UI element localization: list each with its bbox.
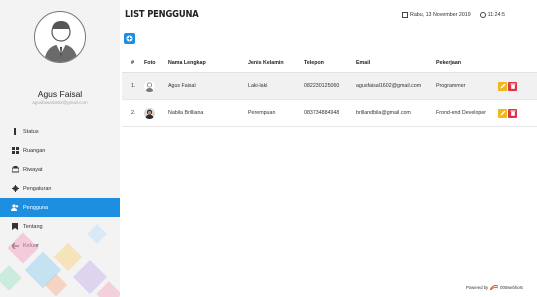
sidebar-item-tentang[interactable]: Tentang [0, 217, 120, 236]
gear-icon [11, 185, 19, 193]
pencil-icon [500, 110, 505, 116]
user-photo [144, 80, 155, 92]
page-title: LIST PENGGUNA [125, 9, 199, 20]
sidebar-item-label: Status [23, 128, 39, 135]
user-photo [144, 107, 155, 119]
calendar-icon [402, 12, 408, 18]
column-header: Jenis Kelamin [248, 60, 284, 66]
photo-cell [134, 107, 156, 119]
column-header: Email [356, 60, 371, 66]
table-row: 1. Agus Faisal Laki-laki 082230125060 ag… [122, 73, 537, 100]
pencil-icon [500, 83, 505, 89]
add-user-button[interactable] [124, 33, 135, 44]
sidebar-menu: Status Ruangan Riwayat Pengaturan Penggu… [0, 122, 120, 255]
logout-icon [11, 242, 19, 250]
trash-icon [510, 110, 515, 116]
edit-button[interactable] [498, 108, 507, 118]
sidebar: Agus Faisal agusfaisal1602@gmail.com Sta… [0, 0, 120, 297]
users-icon [11, 204, 19, 212]
profile-email: agusfaisal1602@gmail.com [32, 100, 88, 105]
plus-circle-icon [126, 35, 133, 42]
delete-button[interactable] [508, 81, 517, 91]
profile-name: Agus Faisal [37, 89, 83, 99]
trash-icon [510, 83, 515, 89]
profile-avatar [34, 11, 86, 63]
sidebar-item-label: Pengaturan [23, 185, 52, 192]
grid-icon [11, 147, 19, 155]
current-time: 11:24:5 [487, 12, 505, 18]
cell-email: agusfaisal1602@gmail.com [356, 83, 422, 89]
cell-telepon: 082230125060 [304, 83, 340, 89]
delete-button[interactable] [508, 108, 517, 118]
cell-pekerjaan: Programmer [436, 83, 466, 89]
column-header: Nama Lengkap [168, 60, 206, 66]
clock-icon [479, 12, 486, 18]
cell-jenis-kelamin: Laki-laki [248, 83, 268, 89]
sidebar-item-keluar[interactable]: Keluar [0, 236, 120, 255]
status-icon [11, 128, 19, 136]
table-header: # Foto Nama Lengkap Jenis Kelamin Telepo… [122, 54, 537, 73]
sidebar-item-label: Pengguna [23, 204, 49, 211]
column-header: Telepon [304, 60, 324, 66]
cell-pekerjaan: Frond-end Developer [436, 109, 487, 116]
photo-cell [134, 80, 156, 92]
sidebar-item-ruangan[interactable]: Ruangan [0, 141, 120, 160]
sidebar-item-status[interactable]: Status [0, 122, 120, 141]
sidebar-item-pengaturan[interactable]: Pengaturan [0, 179, 120, 198]
row-number: 2. [131, 110, 136, 116]
sidebar-item-label: Riwayat [23, 166, 43, 173]
column-header: # [131, 60, 134, 66]
sidebar-item-pengguna[interactable]: Pengguna [0, 198, 120, 217]
cell-telepon: 083734884948 [304, 110, 340, 116]
sidebar-item-label: Ruangan [23, 147, 46, 154]
column-header: Pekerjaan [436, 60, 462, 66]
row-number: 1. [131, 83, 136, 89]
sidebar-item-riwayat[interactable]: Riwayat [0, 160, 120, 179]
cell-nama: Nabila Brilliana [168, 110, 204, 116]
webhost-logo-icon [490, 285, 499, 290]
footer-brand: 000webhost [500, 285, 523, 290]
users-table: # Foto Nama Lengkap Jenis Kelamin Telepo… [122, 54, 537, 127]
table-row: 2. Nabila Brilliana Perempuan 0837348849… [122, 100, 537, 127]
row-actions [494, 81, 524, 91]
sidebar-item-label: Tentang [23, 223, 43, 230]
cell-email: brillandbila@gmail.com [356, 110, 411, 116]
current-date: Rabu, 13 November 2019 [410, 12, 471, 18]
bookmark-icon [11, 223, 19, 231]
column-header: Foto [144, 60, 156, 66]
footer-prefix: Powered by [466, 285, 489, 290]
datetime: Rabu, 13 November 2019 11:24:5 [402, 12, 505, 18]
row-actions [494, 108, 524, 118]
history-icon [11, 166, 19, 174]
sidebar-item-label: Keluar [23, 242, 39, 249]
cell-nama: Agus Faisal [168, 83, 196, 89]
edit-button[interactable] [498, 81, 507, 91]
footer-credit[interactable]: Powered by 000webhost [466, 285, 523, 290]
cell-jenis-kelamin: Perempuan [248, 110, 276, 116]
